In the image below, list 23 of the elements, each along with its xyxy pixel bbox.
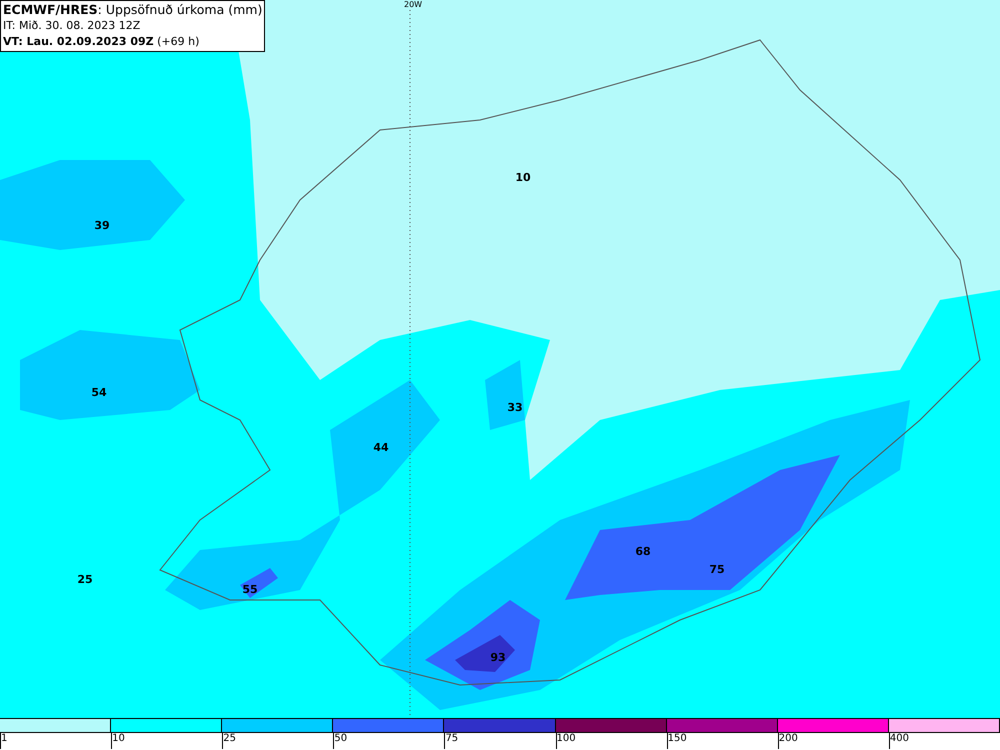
- legend-tick-label: 10: [112, 733, 126, 745]
- map-title: ECMWF/HRES: Uppsöfnuð úrkoma (mm): [3, 2, 262, 18]
- precipitation-value: 39: [94, 220, 110, 232]
- legend-tick-label: 50: [334, 733, 348, 745]
- precipitation-value: 44: [373, 442, 389, 454]
- legend-tick-label: 25: [223, 733, 237, 745]
- legend-tick-label: 1: [1, 733, 8, 745]
- valid-time: VT: Lau. 02.09.2023 09Z (+69 h): [3, 34, 200, 50]
- issue-time: IT: Mið. 30. 08. 2023 12Z: [3, 18, 142, 34]
- legend-tick-label: 150: [668, 733, 688, 745]
- meridian-label: 20W: [404, 0, 422, 10]
- legend-tick-label: 100: [556, 733, 577, 745]
- legend-tick-label: 400: [890, 733, 910, 745]
- legend-tick-label: 75: [445, 733, 460, 745]
- precipitation-value: 54: [91, 387, 107, 399]
- precipitation-value: 10: [515, 172, 531, 184]
- precipitation-value: 68: [635, 546, 651, 558]
- precipitation-value: 25: [77, 574, 93, 586]
- precipitation-value: 55: [242, 584, 258, 596]
- legend-tick-label: 200: [778, 733, 799, 745]
- precipitation-value: 75: [709, 564, 725, 576]
- precipitation-value: 33: [507, 402, 523, 414]
- precipitation-value: 93: [490, 652, 506, 664]
